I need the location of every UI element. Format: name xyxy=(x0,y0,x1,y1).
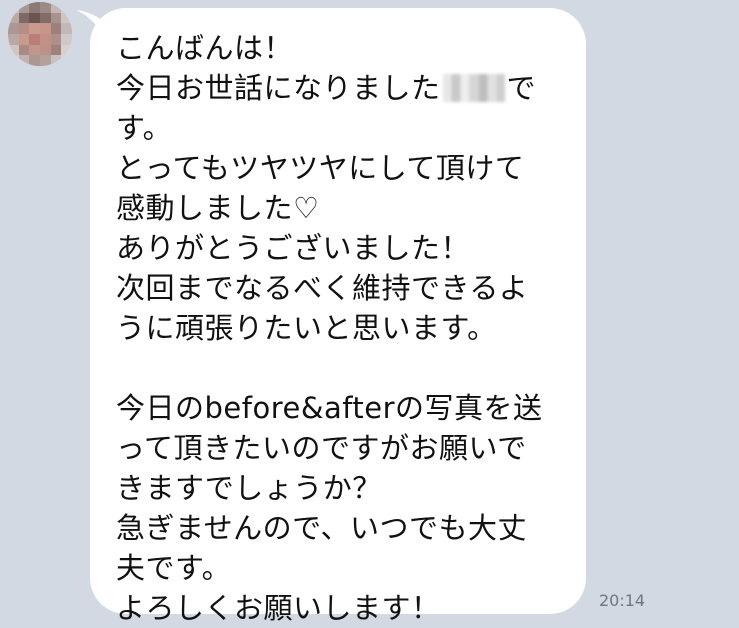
message-line: 今日のbefore&afterの写真を送 xyxy=(116,391,543,425)
message-line: うに頑張りたいと思います。 xyxy=(116,311,497,345)
pixelated-avatar-icon[interactable] xyxy=(8,2,72,66)
message-line: ありがとうございました！ xyxy=(116,231,471,265)
message-line: とってもツヤツヤにして頂けて xyxy=(116,151,525,185)
redacted-name xyxy=(442,74,505,102)
message-line: 急ぎませんので、いつでも大丈 xyxy=(116,511,527,545)
message-line: よろしくお願いします！ xyxy=(116,591,441,625)
message-line: 次回までなるべく維持できるよ xyxy=(116,271,529,305)
message-line: こんばんは！ xyxy=(116,31,294,65)
message-line: 夫です。 xyxy=(116,551,232,585)
message-line: 感動しました♡ xyxy=(116,191,320,225)
message-timestamp: 20:14 xyxy=(599,591,646,610)
message-line: す。 xyxy=(116,111,173,145)
message-text: で xyxy=(506,71,537,105)
message-line: 今日お世話になりました で xyxy=(116,68,576,108)
message-line xyxy=(116,348,576,388)
message-bubble[interactable]: こんばんは！ 今日お世話になりました で す。 とってもツヤツヤにして頂けて 感動… xyxy=(90,8,586,625)
message-line: って頂きたいのですがお願いで xyxy=(116,431,527,465)
message-line: きますでしょうか？ xyxy=(116,471,382,505)
message-text: 今日お世話になりました xyxy=(116,71,441,105)
